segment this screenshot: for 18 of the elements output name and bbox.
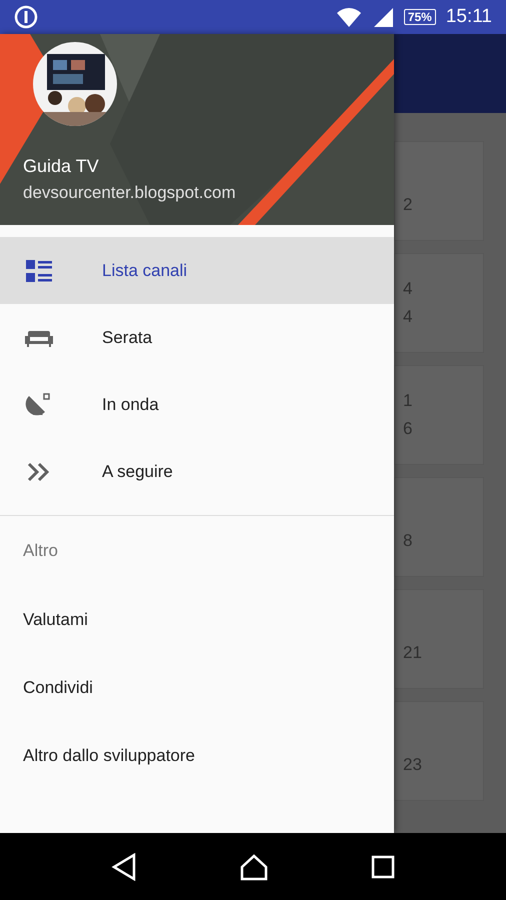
website-url: devsourcenter.blogspot.com bbox=[23, 183, 237, 203]
battery-level: 75% bbox=[404, 9, 436, 25]
menu-item[interactable]: Lista canali bbox=[0, 237, 394, 304]
menu-item[interactable]: Valutami bbox=[0, 586, 394, 654]
info-icon bbox=[14, 5, 38, 29]
menu-item[interactable]: Altro dallo sviluppatore bbox=[0, 722, 394, 790]
recents-icon[interactable] bbox=[371, 854, 395, 878]
section-title: Altro bbox=[22, 540, 59, 562]
back-icon[interactable] bbox=[111, 852, 137, 880]
menu-item[interactable]: Serata bbox=[0, 304, 394, 371]
clock-time: 15:11 bbox=[446, 6, 492, 28]
home-icon[interactable] bbox=[239, 852, 269, 880]
signal-icon bbox=[372, 6, 394, 28]
menu-item[interactable]: In onda bbox=[0, 371, 394, 438]
wifi-icon bbox=[336, 6, 362, 28]
menu-item[interactable]: Condividi bbox=[0, 654, 394, 722]
menu-item[interactable]: A seguire bbox=[0, 438, 394, 505]
app-title: Guida TV bbox=[23, 156, 100, 177]
